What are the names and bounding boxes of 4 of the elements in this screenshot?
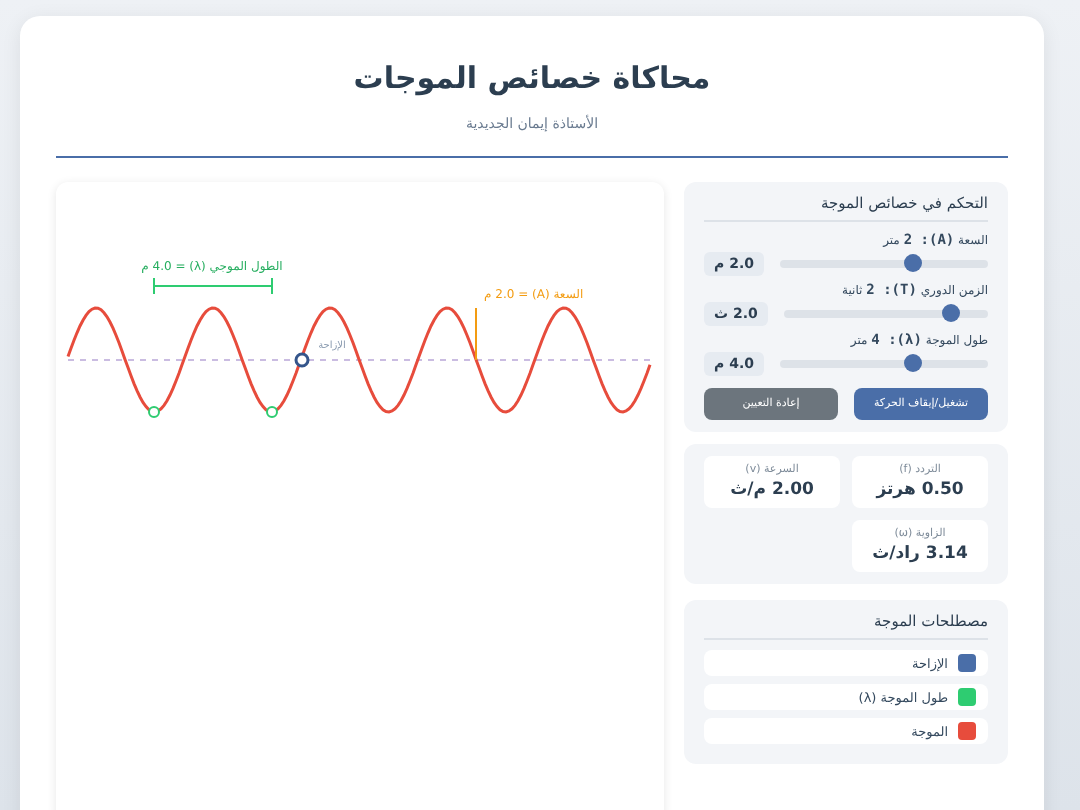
stat-value: 0.50 هرتز xyxy=(876,480,964,500)
stat-value: 2.00 م/ث xyxy=(730,480,814,500)
page-title: محاكاة خصائص الموجات xyxy=(353,60,711,96)
stat-value: 3.14 راد/ث xyxy=(872,544,968,564)
